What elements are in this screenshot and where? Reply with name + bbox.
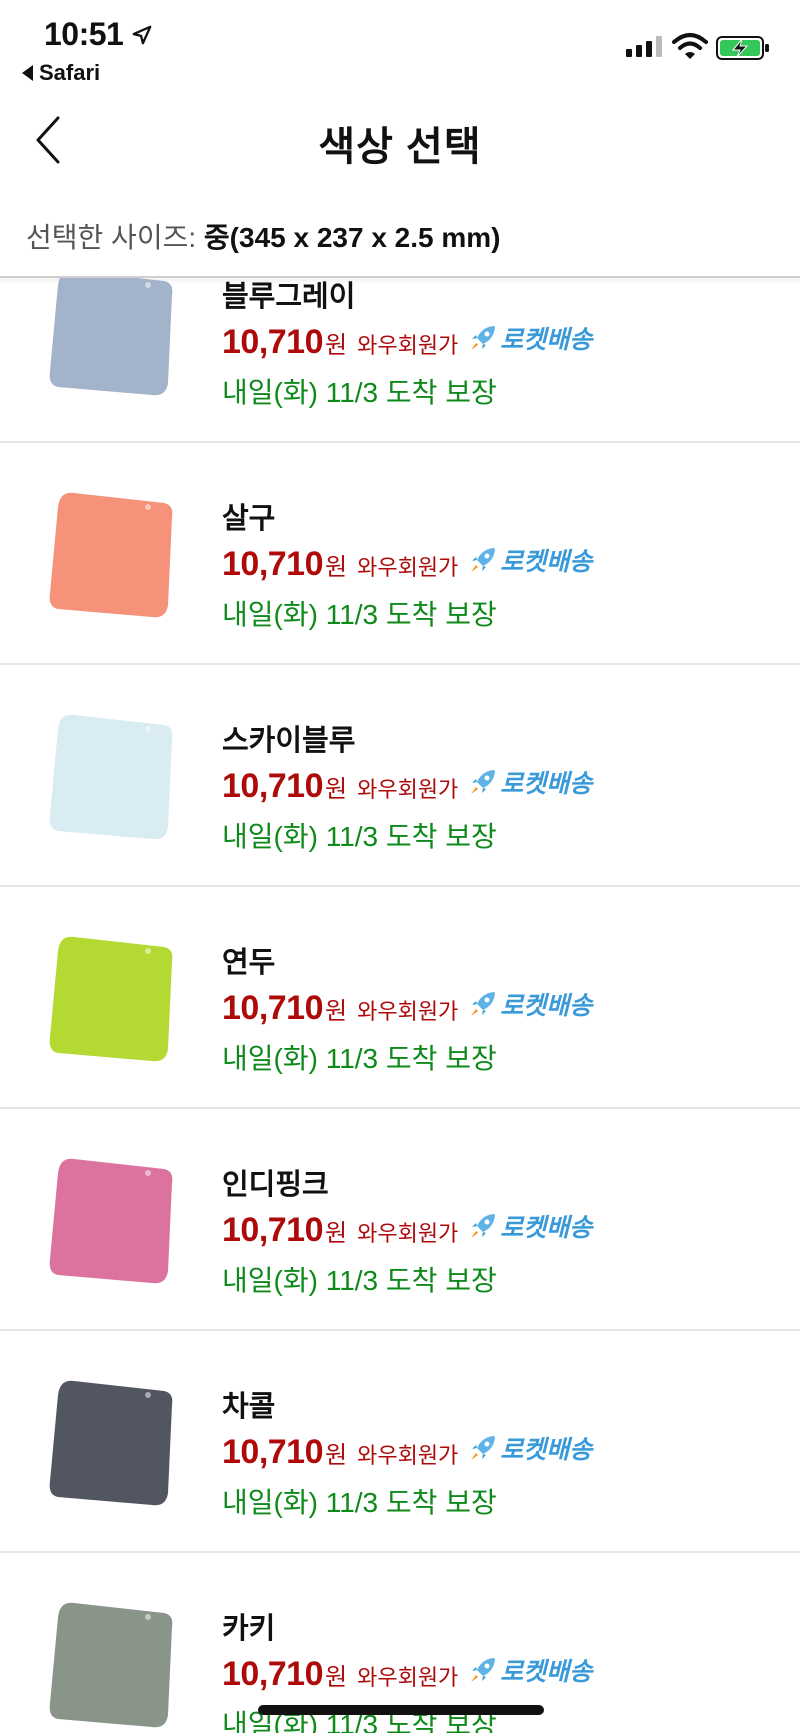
price-value: 10,710 xyxy=(222,1211,324,1249)
rocket-delivery-badge: 로켓배송 xyxy=(468,986,592,1022)
price-value: 10,710 xyxy=(222,1433,324,1471)
price-row: 10,710 원 와우회원가 로켓배송 xyxy=(222,542,592,584)
price-value: 10,710 xyxy=(222,1655,324,1693)
back-triangle-icon xyxy=(22,65,33,81)
price-row: 10,710 원 와우회원가 로켓배송 xyxy=(222,320,592,362)
cutting-board-thumbnail xyxy=(49,278,173,396)
color-name: 블루그레이 xyxy=(222,281,356,313)
member-price-label: 와우회원가 xyxy=(357,333,459,358)
back-to-app-link[interactable]: Safari xyxy=(22,60,100,86)
price-currency: 원 xyxy=(325,332,348,359)
rocket-delivery-label: 로켓배송 xyxy=(500,992,593,1020)
color-option-item[interactable]: 블루그레이 10,710 원 와우회원가 로켓배송 내일(화) 11/3 도착 … xyxy=(0,278,800,443)
member-price-label: 와우회원가 xyxy=(357,555,459,580)
color-name: 카키 xyxy=(222,1613,276,1645)
color-option-list: 블루그레이 10,710 원 와우회원가 로켓배송 내일(화) 11/3 도착 … xyxy=(0,278,800,1733)
rocket-icon xyxy=(471,548,496,572)
price-value: 10,710 xyxy=(222,323,324,361)
member-price-label: 와우회원가 xyxy=(357,777,459,802)
page-title: 색상 선택 xyxy=(318,125,482,169)
status-time: 10:51 xyxy=(44,16,124,52)
selected-size-value: 중(345 x 237 x 2.5 mm) xyxy=(203,222,501,253)
rocket-icon xyxy=(471,1658,496,1682)
cutting-board-thumbnail xyxy=(49,492,173,618)
price-value: 10,710 xyxy=(222,545,324,583)
color-option-item[interactable]: 스카이블루 10,710 원 와우회원가 로켓배송 내일(화) 11/3 도착 … xyxy=(0,665,800,887)
price-value: 10,710 xyxy=(222,767,324,805)
rocket-delivery-label: 로켓배송 xyxy=(500,1214,593,1242)
color-option-item[interactable]: 차콜 10,710 원 와우회원가 로켓배송 내일(화) 11/3 도착 보장 xyxy=(0,1331,800,1553)
delivery-guarantee: 내일(화) 11/3 도착 보장 xyxy=(222,1043,497,1074)
delivery-guarantee: 내일(화) 11/3 도착 보장 xyxy=(222,821,497,852)
price-currency: 원 xyxy=(325,998,348,1025)
cellular-signal-icon xyxy=(626,36,662,57)
rocket-delivery-label: 로켓배송 xyxy=(500,770,593,798)
rocket-delivery-badge: 로켓배송 xyxy=(468,764,592,800)
rocket-delivery-label: 로켓배송 xyxy=(500,548,593,576)
price-value: 10,710 xyxy=(222,989,324,1027)
price-row: 10,710 원 와우회원가 로켓배송 xyxy=(222,1430,592,1472)
nav-bar: 색상 선택 xyxy=(0,100,800,180)
rocket-delivery-badge: 로켓배송 xyxy=(468,1430,592,1466)
price-currency: 원 xyxy=(325,1442,348,1469)
delivery-guarantee: 내일(화) 11/3 도착 보장 xyxy=(222,1487,497,1518)
rocket-icon xyxy=(471,326,496,350)
cutting-board-thumbnail xyxy=(49,1602,173,1728)
color-name: 인디핑크 xyxy=(222,1169,329,1201)
delivery-guarantee: 내일(화) 11/3 도착 보장 xyxy=(222,1265,497,1296)
price-row: 10,710 원 와우회원가 로켓배송 xyxy=(222,986,592,1028)
member-price-label: 와우회원가 xyxy=(357,1443,459,1468)
color-name: 연두 xyxy=(222,947,276,979)
rocket-delivery-label: 로켓배송 xyxy=(500,1436,593,1464)
price-currency: 원 xyxy=(325,1220,348,1247)
wifi-icon xyxy=(672,33,708,59)
rocket-icon xyxy=(471,1214,496,1238)
rocket-icon xyxy=(471,770,496,794)
price-currency: 원 xyxy=(325,776,348,803)
member-price-label: 와우회원가 xyxy=(357,1665,459,1690)
back-app-label: Safari xyxy=(39,60,101,85)
price-row: 10,710 원 와우회원가 로켓배송 xyxy=(222,764,592,806)
color-name: 스카이블루 xyxy=(222,725,356,757)
price-row: 10,710 원 와우회원가 로켓배송 xyxy=(222,1652,592,1694)
member-price-label: 와우회원가 xyxy=(357,999,459,1024)
price-row: 10,710 원 와우회원가 로켓배송 xyxy=(222,1208,592,1250)
rocket-delivery-label: 로켓배송 xyxy=(500,326,593,354)
selected-size-label: 선택한 사이즈: xyxy=(26,222,204,253)
member-price-label: 와우회원가 xyxy=(357,1221,459,1246)
status-bar: 10:51 Safari xyxy=(0,0,800,90)
rocket-delivery-label: 로켓배송 xyxy=(500,1658,593,1686)
price-currency: 원 xyxy=(325,1664,348,1691)
color-option-item[interactable]: 연두 10,710 원 와우회원가 로켓배송 내일(화) 11/3 도착 보장 xyxy=(0,887,800,1109)
location-arrow-icon xyxy=(132,25,152,45)
color-option-item[interactable]: 인디핑크 10,710 원 와우회원가 로켓배송 내일(화) 11/3 도착 보… xyxy=(0,1109,800,1331)
color-option-item[interactable]: 살구 10,710 원 와우회원가 로켓배송 내일(화) 11/3 도착 보장 xyxy=(0,443,800,665)
color-name: 살구 xyxy=(222,503,276,535)
color-name: 차콜 xyxy=(222,1391,276,1423)
cutting-board-thumbnail xyxy=(49,1380,173,1506)
price-currency: 원 xyxy=(325,554,348,581)
cutting-board-thumbnail xyxy=(49,1158,173,1284)
delivery-guarantee: 내일(화) 11/3 도착 보장 xyxy=(222,377,497,408)
cutting-board-thumbnail xyxy=(49,714,173,840)
rocket-icon xyxy=(471,992,496,1016)
rocket-icon xyxy=(471,1436,496,1460)
home-indicator[interactable] xyxy=(258,1705,544,1715)
rocket-delivery-badge: 로켓배송 xyxy=(468,1652,592,1688)
rocket-delivery-badge: 로켓배송 xyxy=(468,1208,592,1244)
rocket-delivery-badge: 로켓배송 xyxy=(468,320,592,356)
battery-charging-icon xyxy=(716,36,769,60)
rocket-delivery-badge: 로켓배송 xyxy=(468,542,592,578)
selected-size-line: 선택한 사이즈: 중(345 x 237 x 2.5 mm) xyxy=(26,216,501,256)
delivery-guarantee: 내일(화) 11/3 도착 보장 xyxy=(222,599,497,630)
cutting-board-thumbnail xyxy=(49,936,173,1062)
